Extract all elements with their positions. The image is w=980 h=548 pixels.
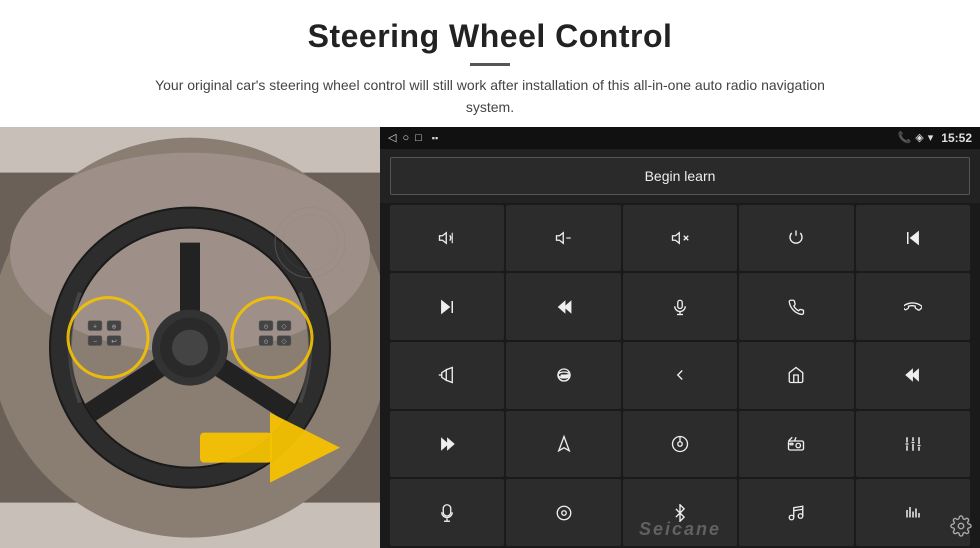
mute-button[interactable] bbox=[623, 205, 737, 272]
microphone-button[interactable] bbox=[623, 273, 737, 340]
svg-text:◇: ◇ bbox=[281, 338, 287, 345]
horn-button[interactable] bbox=[390, 342, 504, 409]
volume-up-button[interactable] bbox=[390, 205, 504, 272]
power-button[interactable] bbox=[739, 205, 853, 272]
mic2-button[interactable] bbox=[390, 479, 504, 546]
gear-settings-icon[interactable] bbox=[950, 515, 972, 542]
svg-text:360°: 360° bbox=[561, 375, 569, 379]
status-bar: ◁ ○ □ ▪▪ 📞 ◈ ▾ 15:52 bbox=[380, 127, 980, 149]
bluetooth-button[interactable] bbox=[623, 479, 737, 546]
svg-text:↩: ↩ bbox=[111, 338, 117, 345]
page-wrapper: Steering Wheel Control Your original car… bbox=[0, 0, 980, 548]
svg-text:−: − bbox=[93, 338, 97, 345]
phone-answer-button[interactable] bbox=[739, 273, 853, 340]
equalizer-button[interactable] bbox=[856, 411, 970, 478]
settings-round-button[interactable] bbox=[506, 479, 620, 546]
begin-learn-row: Begin learn bbox=[380, 149, 980, 203]
svg-text:+: + bbox=[93, 323, 97, 330]
fast-forward-button[interactable] bbox=[390, 411, 504, 478]
prev-track-button[interactable] bbox=[856, 205, 970, 272]
home-nav-button[interactable] bbox=[739, 342, 853, 409]
android-screen: ◁ ○ □ ▪▪ 📞 ◈ ▾ 15:52 Begin learn bbox=[380, 127, 980, 548]
recents-nav-icon[interactable]: □ bbox=[415, 132, 422, 144]
status-left: ◁ ○ □ ▪▪ bbox=[388, 131, 438, 144]
back-nav-button[interactable] bbox=[623, 342, 737, 409]
content-row: + ⊕ − ↩ ⊙ ◇ ⊙ ◇ bbox=[0, 127, 980, 548]
location-status-icon: ◈ bbox=[915, 131, 923, 144]
svg-text:⊕: ⊕ bbox=[111, 324, 116, 330]
next-track-button[interactable] bbox=[390, 273, 504, 340]
begin-learn-button[interactable]: Begin learn bbox=[390, 157, 970, 195]
steering-wheel-image: + ⊕ − ↩ ⊙ ◇ ⊙ ◇ bbox=[0, 127, 380, 548]
back-nav-icon[interactable]: ◁ bbox=[388, 131, 396, 144]
svg-text:◇: ◇ bbox=[281, 323, 287, 330]
status-right: 📞 ◈ ▾ 15:52 bbox=[898, 131, 972, 145]
svg-text:⊙: ⊙ bbox=[263, 339, 268, 345]
clock: 15:52 bbox=[941, 131, 972, 145]
media-source-button[interactable] bbox=[623, 411, 737, 478]
title-divider bbox=[470, 63, 510, 66]
camera-360-button[interactable]: 360° bbox=[506, 342, 620, 409]
page-title: Steering Wheel Control bbox=[40, 18, 940, 55]
control-button-grid: 360° bbox=[380, 203, 980, 548]
music-button[interactable] bbox=[739, 479, 853, 546]
battery-indicator: ▪▪ bbox=[432, 133, 438, 143]
volume-down-button[interactable] bbox=[506, 205, 620, 272]
phone-hang-up-button[interactable] bbox=[856, 273, 970, 340]
header-section: Steering Wheel Control Your original car… bbox=[0, 0, 980, 127]
fast-forward-skip-button[interactable] bbox=[506, 273, 620, 340]
phone-status-icon: 📞 bbox=[898, 131, 912, 144]
wifi-status-icon: ▾ bbox=[928, 131, 934, 144]
navigation-button[interactable] bbox=[506, 411, 620, 478]
subtitle: Your original car's steering wheel contr… bbox=[140, 74, 840, 119]
radio-button[interactable] bbox=[739, 411, 853, 478]
svg-text:⊙: ⊙ bbox=[263, 324, 268, 330]
rewind-button[interactable] bbox=[856, 342, 970, 409]
home-nav-icon[interactable]: ○ bbox=[402, 132, 409, 144]
